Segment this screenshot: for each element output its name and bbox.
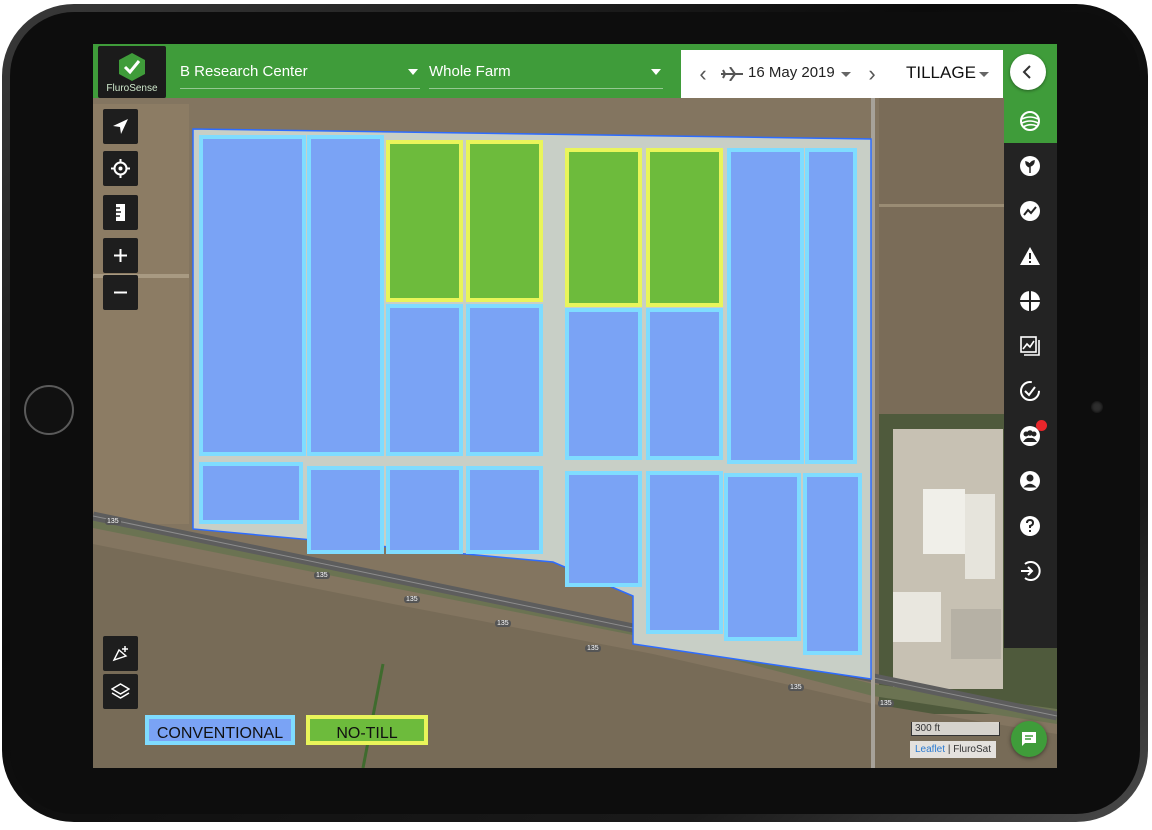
legend-no-till: NO-TILL <box>306 715 428 745</box>
chevron-down-icon <box>651 69 661 75</box>
measure-button[interactable] <box>103 195 138 230</box>
chat-icon <box>1022 732 1036 746</box>
farm-select-value: B Research Center <box>180 63 308 80</box>
logo-text: FluroSense <box>106 83 158 94</box>
prev-date-button[interactable]: ‹ <box>693 60 713 88</box>
camera-dot <box>1091 401 1103 413</box>
draw-polygon-icon <box>112 646 128 662</box>
zoning-icon <box>1020 291 1040 311</box>
right-sidebar <box>1004 98 1057 648</box>
sidebar-reports[interactable] <box>1004 323 1057 368</box>
map-attribution: Leaflet | FluroSat <box>910 741 996 758</box>
layer-select[interactable]: TILLAGE <box>906 63 976 83</box>
collapse-sidebar-button[interactable] <box>1010 54 1046 90</box>
road-marker: 135 <box>878 700 894 707</box>
scale-bar: 300 ft <box>911 722 1000 736</box>
analytics-icon <box>1020 201 1040 221</box>
locate-icon <box>113 119 128 134</box>
alert-icon <box>1020 247 1040 265</box>
sidebar-analytics[interactable] <box>1004 188 1057 233</box>
logo-icon <box>119 53 145 81</box>
sidebar-fields[interactable] <box>1004 98 1057 143</box>
sidebar-tasks[interactable] <box>1004 368 1057 413</box>
chat-button[interactable] <box>1011 721 1047 757</box>
chevron-down-icon[interactable] <box>841 72 851 77</box>
date-label[interactable]: 16 May 2019 <box>748 64 835 81</box>
sidebar-alerts[interactable] <box>1004 233 1057 278</box>
fields-icon <box>1020 111 1040 131</box>
chevron-left-icon <box>1022 65 1031 79</box>
zoom-out-icon <box>114 291 127 294</box>
sidebar-account[interactable] <box>1004 458 1057 503</box>
ruler-icon <box>116 204 125 221</box>
crosshair-icon <box>111 159 130 178</box>
road-marker: 135 <box>495 620 511 627</box>
attribution-source: FluroSat <box>953 744 991 755</box>
app-logo[interactable]: FluroSense <box>98 46 166 98</box>
home-button[interactable] <box>24 385 74 435</box>
draw-polygon-button[interactable] <box>103 636 138 671</box>
zoom-in-button[interactable] <box>103 238 138 273</box>
layers-button[interactable] <box>103 674 138 709</box>
road-marker: 135 <box>314 572 330 579</box>
reports-icon <box>1020 336 1040 356</box>
road-marker: 135 <box>585 645 601 652</box>
account-icon <box>1020 471 1040 491</box>
attribution-separator: | <box>947 744 951 755</box>
locate-button[interactable] <box>103 109 138 144</box>
crop-icon <box>1020 156 1040 176</box>
center-button[interactable] <box>103 151 138 186</box>
sidebar-zoning[interactable] <box>1004 278 1057 323</box>
next-date-button[interactable]: › <box>862 60 882 88</box>
layers-icon <box>111 683 130 699</box>
sidebar-logout[interactable] <box>1004 548 1057 593</box>
chevron-down-icon[interactable] <box>979 72 989 77</box>
logout-icon <box>1021 561 1041 581</box>
sidebar-crop[interactable] <box>1004 143 1057 188</box>
farm-select[interactable]: B Research Center <box>180 58 420 89</box>
help-icon <box>1020 516 1040 536</box>
field-select-value: Whole Farm <box>429 63 511 80</box>
road-marker: 135 <box>788 684 804 691</box>
field-select[interactable]: Whole Farm <box>429 58 663 89</box>
road-marker: 135 <box>105 518 121 525</box>
zoom-in-icon <box>114 249 127 262</box>
app-screen: 135 135 135 135 135 135 135 FluroSense B… <box>93 44 1057 768</box>
plane-icon <box>721 67 743 81</box>
check-icon <box>1020 381 1040 401</box>
legend-conventional: CONVENTIONAL <box>145 715 295 745</box>
satellite-map[interactable] <box>93 44 1057 768</box>
date-layer-panel: ‹ 16 May 2019 › TILLAGE <box>681 50 1003 98</box>
chevron-down-icon <box>408 69 418 75</box>
road-marker: 135 <box>404 596 420 603</box>
notification-badge <box>1036 420 1047 431</box>
zoom-out-button[interactable] <box>103 275 138 310</box>
sidebar-help[interactable] <box>1004 503 1057 548</box>
sidebar-team[interactable] <box>1004 413 1057 458</box>
leaflet-link[interactable]: Leaflet <box>915 744 945 755</box>
top-bar: FluroSense B Research Center Whole Farm … <box>93 44 1057 98</box>
